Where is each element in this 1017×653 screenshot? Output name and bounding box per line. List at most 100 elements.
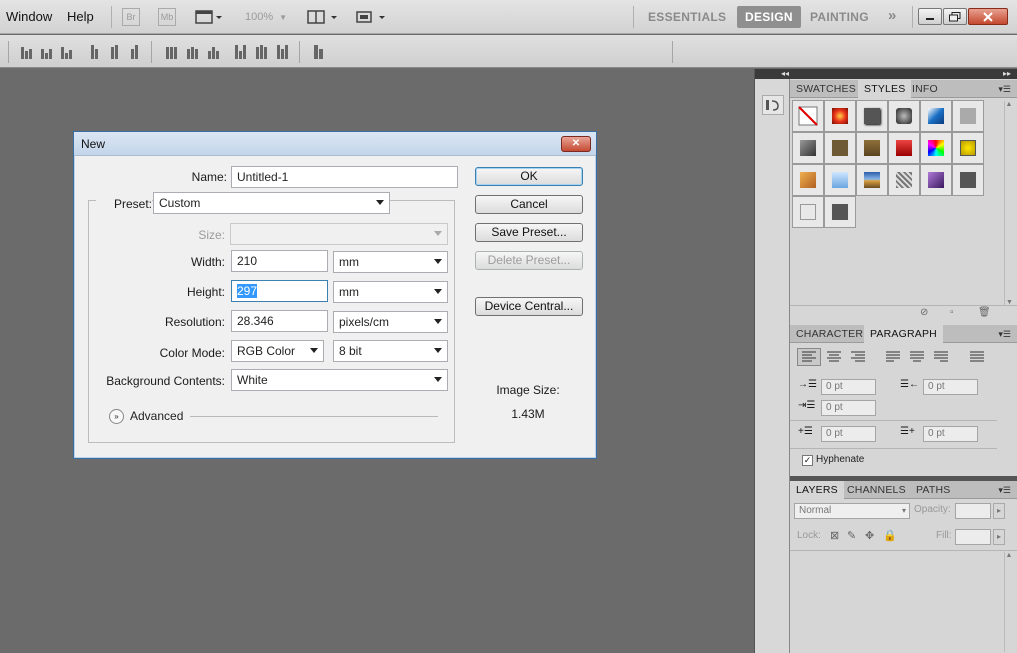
align-bottom-edges-icon[interactable] <box>58 43 74 59</box>
background-contents-select[interactable]: White <box>231 369 448 391</box>
style-swatch[interactable] <box>920 132 952 164</box>
tab-paragraph[interactable]: PARAGRAPH <box>864 325 943 343</box>
clear-style-icon[interactable]: ⊘ <box>920 307 928 318</box>
layers-panel-menu-icon[interactable]: ▾☰ <box>998 485 1011 496</box>
align-right-text-icon[interactable] <box>847 349 869 368</box>
save-preset-button[interactable]: Save Preset... <box>475 223 583 242</box>
distribute-top-icon[interactable] <box>163 43 179 59</box>
tab-character[interactable]: CHARACTER <box>790 325 869 343</box>
hyphenate-checkbox[interactable]: ✓ <box>802 455 813 466</box>
justify-last-centered-icon[interactable] <box>906 349 928 368</box>
style-swatch-none[interactable] <box>792 100 824 132</box>
blend-mode-select[interactable]: Normal ▾ <box>794 503 910 519</box>
align-left-edges-icon[interactable] <box>86 43 102 59</box>
height-unit-select[interactable]: mm <box>333 281 448 303</box>
width-input[interactable]: 210 <box>231 250 328 272</box>
align-left-text-icon[interactable] <box>797 348 821 366</box>
align-top-edges-icon[interactable] <box>18 43 34 59</box>
style-swatch[interactable] <box>856 100 888 132</box>
style-swatch[interactable] <box>952 164 984 196</box>
style-swatch[interactable] <box>952 132 984 164</box>
align-horizontal-centers-icon[interactable] <box>106 43 122 59</box>
distribute-bottom-icon[interactable] <box>205 43 221 59</box>
style-swatch[interactable] <box>792 164 824 196</box>
resolution-input[interactable]: 28.346 <box>231 310 328 332</box>
lock-all-icon[interactable]: 🔒 <box>883 529 897 542</box>
history-panel-icon[interactable] <box>762 95 784 115</box>
menu-window[interactable]: Window <box>6 9 52 24</box>
bit-depth-select[interactable]: 8 bit <box>333 340 448 362</box>
workspace-painting[interactable]: PAINTING <box>802 6 877 28</box>
align-vertical-centers-icon[interactable] <box>38 43 54 59</box>
cancel-button[interactable]: Cancel <box>475 195 583 214</box>
tab-swatches[interactable]: SWATCHES <box>790 80 862 98</box>
space-after-input[interactable]: 0 pt <box>923 426 978 442</box>
screen-mode-icon[interactable] <box>354 8 388 26</box>
style-swatch[interactable] <box>824 196 856 228</box>
lock-image-icon[interactable]: ✎ <box>847 529 856 542</box>
restore-button[interactable] <box>943 8 967 25</box>
preset-select[interactable]: Custom <box>153 192 390 214</box>
style-swatch[interactable] <box>920 164 952 196</box>
justify-all-icon[interactable] <box>966 349 988 368</box>
tab-layers[interactable]: LAYERS <box>790 481 844 499</box>
bridge-icon[interactable]: Br <box>122 8 140 26</box>
justify-last-left-icon[interactable] <box>882 349 904 368</box>
workspace-design[interactable]: DESIGN <box>737 6 801 28</box>
lock-position-icon[interactable]: ✥ <box>865 529 874 542</box>
layers-scrollbar[interactable]: ▲ <box>1004 552 1013 652</box>
close-app-button[interactable] <box>968 8 1008 25</box>
collapse-dock-icon[interactable]: ◂◂ <box>781 69 789 78</box>
style-swatch[interactable] <box>856 132 888 164</box>
style-swatch[interactable] <box>792 196 824 228</box>
view-extras-icon[interactable] <box>194 8 224 26</box>
styles-panel-menu-icon[interactable]: ▾☰ <box>998 84 1011 95</box>
style-swatch[interactable] <box>856 164 888 196</box>
device-central-button[interactable]: Device Central... <box>475 297 583 316</box>
minimize-button[interactable] <box>918 8 942 25</box>
tab-paths[interactable]: PATHS <box>910 481 956 499</box>
new-style-icon[interactable]: ▫ <box>950 307 954 318</box>
zoom-level[interactable]: 100% ▼ <box>242 8 290 26</box>
tab-channels[interactable]: CHANNELS <box>841 481 912 499</box>
distribute-horizontal-centers-icon[interactable] <box>253 43 269 59</box>
style-swatch[interactable] <box>920 100 952 132</box>
justify-last-right-icon[interactable] <box>930 349 952 368</box>
color-mode-select[interactable]: RGB Color <box>231 340 324 362</box>
lock-transparent-icon[interactable]: ⊠ <box>830 529 839 542</box>
resolution-unit-select[interactable]: pixels/cm <box>333 311 448 333</box>
dialog-close-button[interactable]: ✕ <box>561 136 591 152</box>
indent-first-line-input[interactable]: 0 pt <box>821 400 876 416</box>
tab-info[interactable]: INFO <box>906 80 944 98</box>
distribute-right-icon[interactable] <box>274 43 290 59</box>
indent-right-input[interactable]: 0 pt <box>923 379 978 395</box>
tab-styles[interactable]: STYLES <box>858 80 912 98</box>
distribute-vertical-centers-icon[interactable] <box>184 43 200 59</box>
expand-dock-icon[interactable]: ▸▸ <box>1003 69 1011 78</box>
dialog-titlebar[interactable]: New ✕ <box>74 132 596 156</box>
advanced-label[interactable]: Advanced <box>130 409 183 423</box>
fill-input[interactable] <box>955 529 991 545</box>
distribute-left-icon[interactable] <box>232 43 248 59</box>
paragraph-panel-menu-icon[interactable]: ▾☰ <box>998 329 1011 340</box>
height-input[interactable]: 297 <box>231 280 328 302</box>
styles-scrollbar[interactable]: ▲ ▼ <box>1004 101 1013 306</box>
style-swatch[interactable] <box>824 164 856 196</box>
center-text-icon[interactable] <box>823 349 845 368</box>
arrange-documents-icon[interactable] <box>306 8 340 26</box>
style-swatch[interactable] <box>888 100 920 132</box>
opacity-slider-button[interactable]: ▸ <box>993 503 1005 519</box>
delete-style-icon[interactable]: 🗑 <box>978 307 991 318</box>
auto-align-layers-icon[interactable] <box>310 43 326 59</box>
indent-left-input[interactable]: 0 pt <box>821 379 876 395</box>
ok-button[interactable]: OK <box>475 167 583 186</box>
more-workspaces-icon[interactable]: » <box>880 5 905 27</box>
style-swatch[interactable] <box>824 132 856 164</box>
style-swatch[interactable] <box>888 164 920 196</box>
style-swatch[interactable] <box>792 132 824 164</box>
width-unit-select[interactable]: mm <box>333 251 448 273</box>
space-before-input[interactable]: 0 pt <box>821 426 876 442</box>
style-swatch[interactable] <box>952 100 984 132</box>
style-swatch[interactable] <box>824 100 856 132</box>
style-swatch[interactable] <box>888 132 920 164</box>
